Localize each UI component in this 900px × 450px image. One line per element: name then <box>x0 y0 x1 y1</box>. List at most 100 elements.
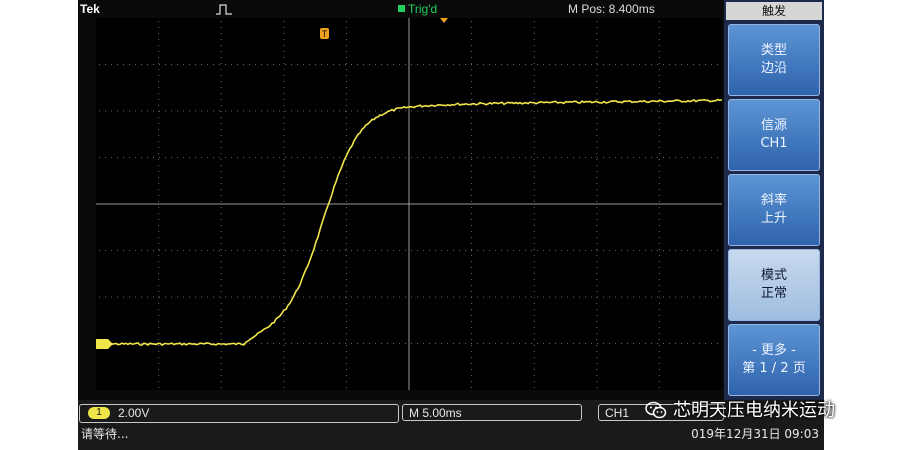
grid-dot <box>387 157 388 158</box>
grid-dot <box>519 64 520 65</box>
grid-dot <box>345 105 347 106</box>
button-label: - 更多 - <box>752 343 796 358</box>
grid-dot <box>345 250 346 251</box>
grid-dot <box>219 157 220 158</box>
grid-dot <box>158 195 160 196</box>
grid-dot <box>435 343 436 344</box>
grid-dot <box>111 296 112 298</box>
grid-dot <box>158 33 160 34</box>
grid-dot <box>471 157 472 158</box>
grid-dot <box>681 296 682 298</box>
trigger-type-button[interactable]: 类型 边沿 <box>728 24 820 96</box>
grid-dot <box>297 157 298 158</box>
grid-dot <box>699 250 700 251</box>
grid-dot <box>471 303 473 304</box>
grid-dot <box>423 296 424 298</box>
grid-dot <box>273 110 274 112</box>
grid-dot <box>525 250 526 251</box>
grid-dot <box>129 110 130 112</box>
grid-dot <box>596 375 598 376</box>
grid-dot <box>585 110 586 112</box>
grid-dot <box>261 157 262 158</box>
grid-dot <box>345 123 347 124</box>
grid-dot <box>693 110 694 112</box>
grid-dot <box>513 343 514 344</box>
grid-dot <box>158 153 160 154</box>
grid-dot <box>471 183 473 184</box>
grid-dot <box>519 343 520 344</box>
grid-dot <box>243 110 244 112</box>
grid-dot <box>345 21 347 22</box>
ch1-scale-field[interactable]: 1 2.00V <box>79 404 399 423</box>
grid-dot <box>533 339 535 340</box>
grid-dot <box>345 309 347 310</box>
grid-dot <box>596 129 598 130</box>
grid-dot <box>603 296 604 298</box>
grid-dot <box>501 296 502 298</box>
grid-dot <box>207 157 208 158</box>
grid-dot <box>531 343 532 344</box>
grid-dot <box>501 157 502 158</box>
grid-dot <box>283 117 285 118</box>
grid-dot <box>158 351 160 352</box>
grid-dot <box>291 110 292 112</box>
grid-dot <box>423 343 424 344</box>
grid-dot <box>537 343 538 344</box>
grid-dot <box>283 87 285 88</box>
grid-dot <box>471 333 473 334</box>
grid-dot <box>658 267 660 268</box>
grid-dot <box>447 343 448 344</box>
grid-dot <box>459 110 460 112</box>
grid-dot <box>573 110 574 112</box>
grid-dot <box>291 296 292 298</box>
grid-dot <box>533 195 535 196</box>
grid-dot <box>441 64 442 65</box>
grid-dot <box>658 87 660 88</box>
pulse-icon <box>216 4 232 15</box>
grid-dot <box>453 343 454 344</box>
trigger-source-button[interactable]: 信源 CH1 <box>728 99 820 171</box>
grid-dot <box>220 231 222 232</box>
grid-dot <box>579 296 580 298</box>
grid-dot <box>237 110 238 112</box>
grid-dot <box>158 285 160 286</box>
grid-dot <box>658 237 660 238</box>
grid-dot <box>471 45 473 46</box>
timebase-field[interactable]: M 5.00ms <box>402 404 582 421</box>
grid-dot <box>237 64 238 65</box>
grid-dot <box>345 51 347 52</box>
grid-dot <box>158 303 160 304</box>
grid-dot <box>513 250 514 251</box>
grid-dot <box>429 110 430 112</box>
more-button[interactable]: - 更多 - 第 1 / 2 页 <box>728 324 820 396</box>
grid-dot <box>609 110 610 112</box>
grid-dot <box>279 157 280 158</box>
grid-dot <box>627 157 628 158</box>
grid-dot <box>279 296 280 298</box>
grid-dot <box>533 141 535 142</box>
grid-dot <box>345 213 347 214</box>
grid-dot <box>596 237 598 238</box>
grid-dot <box>658 207 660 208</box>
grid-dot <box>507 296 508 298</box>
grid-dot <box>658 183 660 184</box>
grid-dot <box>597 157 598 158</box>
grid-dot <box>561 250 562 251</box>
grid-dot <box>471 177 473 178</box>
grid-dot <box>283 375 285 376</box>
grid-dot <box>158 291 160 292</box>
grid-dot <box>220 363 222 364</box>
grid-dot <box>363 157 364 158</box>
grid-dot <box>639 343 640 344</box>
trigger-mode-button[interactable]: 模式 正常 <box>728 249 820 321</box>
grid-dot <box>657 250 658 251</box>
grid-dot <box>525 343 526 344</box>
grid-dot <box>135 250 136 251</box>
grid-dot <box>345 231 347 232</box>
grid-dot <box>483 110 484 112</box>
grid-dot <box>627 343 628 344</box>
grid-dot <box>658 309 660 310</box>
grid-dot <box>339 157 340 158</box>
grid-dot <box>447 157 448 158</box>
trigger-slope-button[interactable]: 斜率 上升 <box>728 174 820 246</box>
